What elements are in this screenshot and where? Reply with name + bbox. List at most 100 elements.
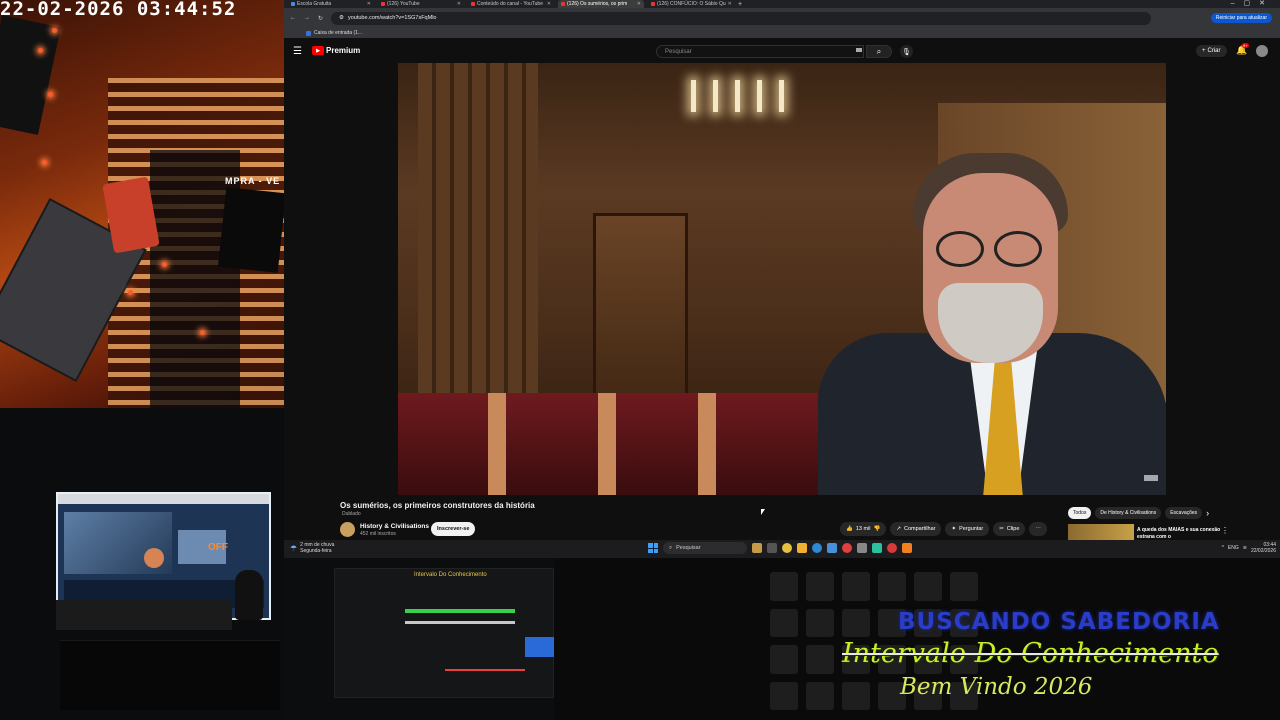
search-button[interactable]: ⌕	[866, 45, 892, 58]
date: 22/02/2026	[1250, 548, 1276, 554]
close-icon[interactable]: ✕	[637, 1, 641, 7]
tab[interactable]: Escola Gratuita ✕	[288, 0, 374, 8]
daw-screen	[334, 568, 554, 698]
daw-monitor: Intervalo Do Conhecimento	[284, 558, 554, 720]
more-button[interactable]: ⋯	[1029, 522, 1047, 536]
forward-icon[interactable]: →	[304, 15, 310, 21]
logo-text: Premium	[326, 46, 361, 55]
close-icon[interactable]: ✕	[728, 1, 732, 7]
language-indicator[interactable]: ENG	[1228, 545, 1239, 551]
like-count: 13 mil	[855, 526, 871, 532]
taskbar-search[interactable]: ⌕ Pesquisar	[663, 542, 747, 554]
chevron-up-icon[interactable]: ^	[1222, 545, 1224, 551]
vlc-icon[interactable]	[902, 543, 912, 553]
bookmark-item[interactable]: Caixa de entrada (1...	[314, 30, 362, 36]
mini-title: Intervalo Do Conhecimento	[414, 572, 487, 578]
bookshelf	[418, 63, 538, 393]
app-icon[interactable]	[887, 543, 897, 553]
windows-start-icon[interactable]	[648, 543, 658, 553]
youtube-icon	[561, 2, 565, 6]
monitor	[217, 187, 284, 273]
obs-icon[interactable]	[857, 543, 867, 553]
widget-icon[interactable]	[752, 543, 762, 553]
ask-label: Perguntar	[959, 526, 984, 532]
restart-button[interactable]: Reiniciar para atualizar	[1210, 13, 1272, 23]
tab-label: (126) CONFÚCIO: O Sábio Qu	[657, 1, 726, 7]
url-field[interactable]: ⚙ youtube.com/watch?v=1SG7sFqMlo	[331, 11, 1152, 25]
back-icon[interactable]: ←	[290, 15, 296, 21]
edge-icon[interactable]	[812, 543, 822, 553]
app-icon[interactable]	[872, 543, 882, 553]
tab-label: (126) Os sumérios, os prim	[567, 1, 628, 7]
close-icon[interactable]: ✕	[457, 1, 461, 7]
camera-timestamp: 22-02-2026 03:44:52	[0, 0, 237, 20]
monitor-text: OFF	[208, 542, 228, 553]
clock[interactable]: 03:44 22/02/2026	[1251, 542, 1276, 554]
weather-widget[interactable]: ☂ 2 mm de chuva Segunda-feira	[290, 542, 334, 554]
ask-button[interactable]: ✦ Perguntar	[945, 522, 990, 536]
fairy-light	[162, 262, 167, 267]
youtube-header: ☰ ▶ Premium Pesquisar ⌕ 🎙 + Criar 🔔 9+	[284, 40, 1280, 62]
panel	[525, 637, 554, 657]
create-button[interactable]: + Criar	[1196, 45, 1227, 57]
candle	[735, 80, 740, 112]
captions-icon[interactable]	[1144, 475, 1158, 481]
overlay-subtitle: Intervalo Do Conhecimento	[842, 638, 1219, 669]
like-button[interactable]: 👍 13 mil 👎	[840, 522, 887, 536]
recommended-title[interactable]: A queda dos MAIAS e sua conexão estrana …	[1137, 527, 1227, 541]
site-info-icon[interactable]: ⚙	[339, 15, 344, 21]
subscribe-button[interactable]: Inscrever-se	[431, 522, 476, 536]
video-player[interactable]	[398, 63, 1166, 495]
chevron-right-icon[interactable]: ›	[1206, 508, 1209, 518]
task-view-icon[interactable]	[767, 543, 777, 553]
new-tab-button[interactable]: +	[738, 1, 742, 8]
tab[interactable]: (126) CONFÚCIO: O Sábio Qu ✕	[648, 0, 734, 8]
monitor-topbar	[58, 494, 269, 504]
window-controls[interactable]: –▢✕	[1231, 0, 1274, 7]
youtube-icon	[381, 2, 385, 6]
plus-icon: +	[1202, 48, 1206, 54]
channel-avatar[interactable]	[340, 522, 355, 537]
search-input[interactable]: Pesquisar	[656, 45, 864, 58]
close-icon[interactable]: ✕	[547, 1, 551, 7]
lens	[994, 231, 1042, 267]
sparkle-icon: ✦	[951, 526, 957, 532]
tab-active[interactable]: (126) Os sumérios, os prim ✕	[558, 0, 644, 8]
chrome-icon[interactable]	[782, 543, 792, 553]
share-icon: ↗	[896, 526, 901, 532]
close-icon[interactable]: ✕	[367, 1, 371, 7]
chip[interactable]: De History & Civilisations	[1095, 507, 1162, 519]
youtube-logo[interactable]: ▶ Premium	[312, 46, 360, 55]
lens	[936, 231, 984, 267]
chip[interactable]: Todos	[1068, 507, 1092, 519]
tab[interactable]: Conteúdo do canal - YouTube ✕	[468, 0, 554, 8]
thumbs-down-icon[interactable]: 👎	[874, 526, 881, 532]
weather-text: 2 mm de chuva Segunda-feira	[300, 542, 334, 554]
share-button[interactable]: ↗ Compartilhar	[890, 522, 942, 536]
clip-button[interactable]: ✂ Clipe	[993, 522, 1026, 536]
avatar[interactable]	[1256, 45, 1268, 57]
overlay-welcome: Bem Vindo 2026	[900, 674, 1093, 700]
mic-icon[interactable]: 🎙	[900, 45, 913, 58]
more-icon[interactable]: ⋮	[1221, 526, 1229, 535]
opera-icon[interactable]	[842, 543, 852, 553]
webcam-feed: MPRA - VE 22-02-2026 03:44:52	[0, 0, 284, 408]
more-icon: ⋯	[1035, 526, 1041, 532]
reload-icon[interactable]: ↻	[318, 15, 323, 22]
taskbar-apps: ⌕ Pesquisar	[648, 542, 912, 554]
weather-day: Segunda-feira	[300, 548, 332, 554]
tab[interactable]: (126) YouTube ✕	[378, 0, 464, 8]
channel-name[interactable]: History & Civilisations	[360, 523, 429, 530]
url-text: youtube.com/watch?v=1SG7sFqMlo	[347, 15, 437, 21]
tab-strip: Escola Gratuita ✕ (126) YouTube ✕ Conteúdo…	[284, 0, 1280, 8]
wifi-icon[interactable]: ≋	[1243, 545, 1247, 551]
search-icon: ⌕	[669, 544, 673, 551]
seat-divider	[698, 393, 716, 495]
bookmarks-bar: Caixa de entrada (1...	[284, 28, 1280, 38]
store-icon[interactable]	[827, 543, 837, 553]
menu-icon[interactable]: ☰	[293, 46, 302, 57]
rain-icon: ☂	[290, 543, 298, 553]
folder-icon[interactable]	[797, 543, 807, 553]
chip[interactable]: Escavações	[1165, 507, 1203, 519]
keyboard-icon[interactable]	[856, 48, 862, 52]
